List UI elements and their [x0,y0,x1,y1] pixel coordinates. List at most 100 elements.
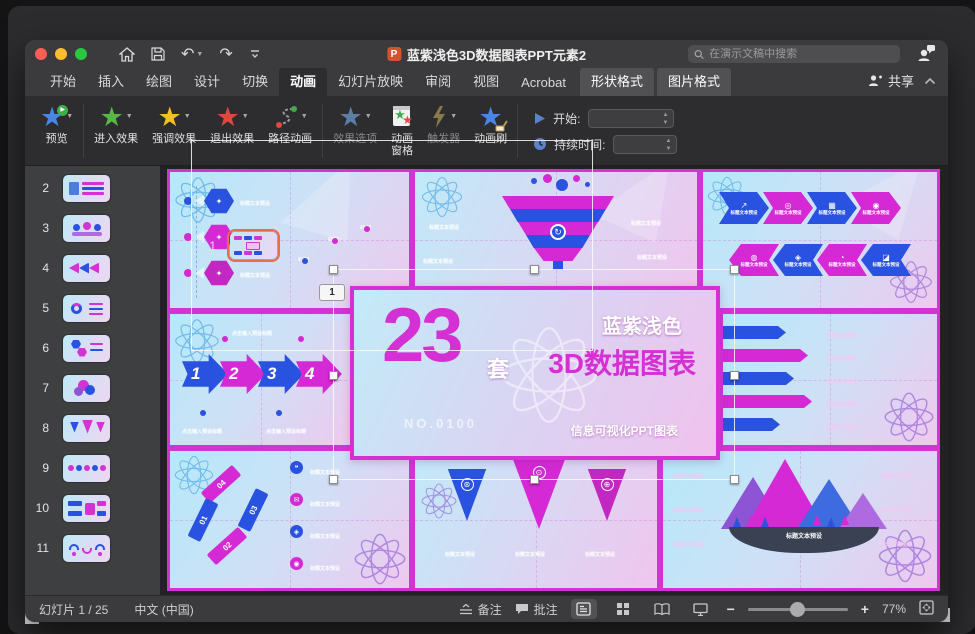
tab-draw[interactable]: 绘图 [135,66,183,96]
search-box[interactable] [688,45,900,63]
slide-thumb-6[interactable]: 6 [25,328,160,368]
fit-to-window-button[interactable] [919,600,934,618]
slide-thumb-10[interactable]: 10 [25,488,160,528]
redo-icon: ↷ [219,44,232,64]
entrance-caret-icon: ▼ [126,111,133,123]
start-field[interactable]: ▲▼ [588,109,674,128]
zoom-window-button[interactable] [75,48,87,60]
slide-thumb-2[interactable]: 2 [25,168,160,208]
process-arrow-2: 2 [220,354,266,394]
zoom-slider[interactable] [748,608,848,611]
tab-picture-format[interactable]: 图片格式 [657,66,731,96]
ribbon-separator [83,104,84,158]
share-person-plus-icon [868,74,883,87]
slide-sorter-icon [616,602,630,616]
selection-handle-ne[interactable] [730,265,739,274]
tab-shape-format[interactable]: 形状格式 [580,66,654,96]
notes-button[interactable]: 备注 [459,601,502,618]
tab-slideshow[interactable]: 幻灯片放映 [327,66,414,96]
search-icon [694,49,704,60]
tab-animations[interactable]: 动画 [279,66,327,96]
thumbnail-image [63,255,110,282]
slide-thumb-8[interactable]: 8 [25,408,160,448]
tab-design[interactable]: 设计 [183,66,231,96]
slideshow-view-button[interactable] [688,599,714,619]
slide-thumb-4[interactable]: 4 [25,248,160,288]
chevron-step: ◎标题文本预设 [763,192,813,224]
language-indicator[interactable]: 中文 (中国) [134,601,193,618]
zoom-percentage[interactable]: 77% [882,602,906,616]
redo-button[interactable]: ↷ [219,44,232,64]
slide-thumb-5[interactable]: 5 [25,288,160,328]
collapse-ribbon-icon[interactable] [924,77,936,85]
search-input[interactable] [709,48,894,60]
step-02: 02 [207,527,248,566]
reading-view-button[interactable] [649,599,675,619]
slide-counter: 幻灯片 1 / 25 [39,601,108,618]
chevron-step: ◈标题文本预设 [773,244,823,276]
tab-insert[interactable]: 插入 [87,66,135,96]
selection-handle-sw[interactable] [329,475,338,484]
slide-thumb-7[interactable]: 7 [25,368,160,408]
slide-thumb-9[interactable]: 9 [25,448,160,488]
island-base: 标题文本预设 [729,527,879,553]
duration-stepper[interactable]: ▲▼ [666,137,672,153]
home-icon[interactable] [119,47,135,62]
preview-button[interactable]: ★▶ ▼ 预览 [33,99,80,163]
comments-icon [515,603,529,615]
tab-view[interactable]: 视图 [462,66,510,96]
exit-star-icon: ★ [216,104,240,131]
slide-thumb-11[interactable]: 11 [25,528,160,568]
duration-field[interactable]: ▲▼ [613,135,677,154]
start-play-icon [533,112,546,125]
entrance-effect-button[interactable]: ★▼ 进入效果 [87,99,145,163]
motion-path-icon [273,104,299,130]
tab-home[interactable]: 开始 [39,66,87,96]
zoom-out-button[interactable]: − [727,601,735,617]
slide-number: 8 [25,421,57,435]
account-presence-icon[interactable] [916,44,936,68]
slide-sorter-view-button[interactable] [610,599,636,619]
close-window-button[interactable] [35,48,47,60]
start-stepper[interactable]: ▲▼ [663,111,669,127]
home-icon-svg [119,47,135,62]
minimize-window-button[interactable] [55,48,67,60]
slide-number: 3 [25,221,57,235]
emphasis-star-icon: ★ [158,104,182,131]
process-arrow-3: 3 [258,354,304,394]
comments-button[interactable]: 批注 [515,601,558,618]
normal-view-button[interactable] [571,599,597,619]
share-button[interactable]: 共享 [868,71,914,90]
reading-view-icon [654,603,670,616]
quick-access-options-button[interactable] [249,48,261,60]
save-icon[interactable] [151,47,165,61]
entrance-label: 进入效果 [94,133,138,145]
selection-handle-e[interactable] [730,371,739,380]
selection-handle-se[interactable] [730,475,739,484]
selection-handle-nw[interactable] [329,265,338,274]
tab-review[interactable]: 审阅 [414,66,462,96]
thumbnail-image [63,495,110,522]
slide-thumbnail-panel: 1 2 3 [25,166,160,595]
thumbnail-image [63,295,110,322]
status-bar: 幻灯片 1 / 25 中文 (中国) 备注 批注 [25,595,948,622]
selection-handle-w[interactable] [329,371,338,380]
slide-number: 4 [25,261,57,275]
step-01: 01 [188,498,219,542]
selection-handle-n[interactable] [530,265,539,274]
flower-decor-icon [419,481,459,521]
thumbnail-image [63,415,110,442]
slide-number: 9 [25,461,57,475]
flower-decor-icon [881,389,937,445]
animation-order-badge: 1 [319,284,345,301]
slide-thumb-3[interactable]: 3 [25,208,160,248]
zoom-in-button[interactable]: + [861,601,869,617]
tab-transitions[interactable]: 切换 [231,66,279,96]
preview-star-icon: ★▶ [40,104,64,131]
tab-acrobat[interactable]: Acrobat [510,70,577,96]
selection-handle-s[interactable] [530,475,539,484]
zoom-slider-thumb[interactable] [790,602,805,617]
start-label: 开始: [553,110,580,127]
undo-button[interactable]: ↶ ▼ [181,44,203,64]
ribbon-options-icon [249,48,261,60]
